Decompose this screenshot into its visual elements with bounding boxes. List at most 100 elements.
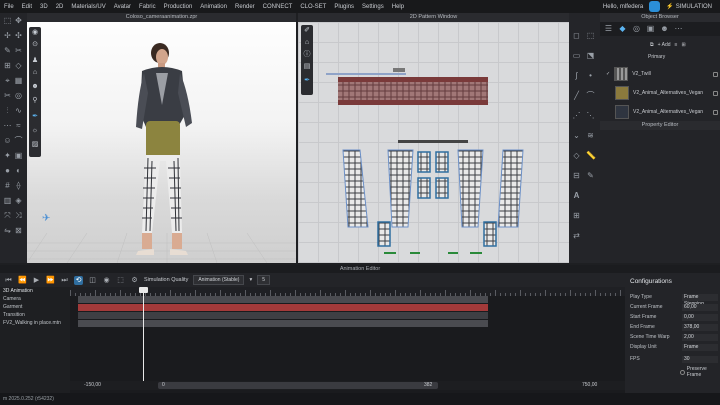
play-type-select[interactable]: Frame Stepping xyxy=(682,293,718,307)
camera-view-icon[interactable]: ◉ xyxy=(31,29,39,37)
lock-icon[interactable]: ⊠ xyxy=(14,226,23,235)
arrange-icon[interactable]: ⊞ xyxy=(3,61,12,70)
menu-settings[interactable]: Settings xyxy=(358,4,388,10)
render-icon[interactable]: ◐ xyxy=(14,166,23,175)
timeline[interactable] xyxy=(70,287,626,393)
pattern-pieces[interactable] xyxy=(298,22,569,263)
menu-fabric[interactable]: Fabric xyxy=(135,4,160,10)
edit-pattern-icon[interactable]: ⬚ xyxy=(586,31,595,40)
menu-file[interactable]: File xyxy=(0,4,18,10)
avatar-display-icon[interactable]: ☻ xyxy=(31,83,39,91)
track-camera[interactable]: Camera xyxy=(0,295,70,303)
morph-icon[interactable]: ⤧ xyxy=(3,211,12,220)
copy-icon[interactable]: ⧉ xyxy=(650,42,654,48)
brush-icon[interactable]: ✎ xyxy=(3,46,12,55)
menu-materials[interactable]: Materials/UV xyxy=(67,4,109,10)
mode-switch[interactable]: ⚡ SIMULATION xyxy=(666,3,712,11)
fps-input[interactable]: 30 xyxy=(682,355,718,363)
sim-quality-chevron-icon[interactable]: ▾ xyxy=(249,277,252,283)
expand-icon[interactable]: ✓ xyxy=(606,71,610,77)
transform-icon[interactable]: ⬔ xyxy=(586,51,595,60)
user-greeting[interactable]: Hello, mlfedera xyxy=(603,4,643,10)
gizmo-icon[interactable]: ✈ xyxy=(42,213,50,224)
fit-map-icon[interactable]: ◈ xyxy=(14,196,23,205)
puckering-icon[interactable]: ≈ xyxy=(14,121,23,130)
shirt-icon[interactable]: ⌂ xyxy=(31,69,39,77)
avatar-tab-icon[interactable]: ☻ xyxy=(660,24,669,33)
button-tab-icon[interactable]: ◎ xyxy=(632,24,641,33)
strain-icon[interactable]: ▥ xyxy=(3,196,12,205)
scroll-thumb[interactable] xyxy=(158,382,438,389)
record-key-icon[interactable]: ◉ xyxy=(102,276,111,285)
menu-2d[interactable]: 2D xyxy=(52,4,68,10)
track-transition[interactable]: Transition xyxy=(0,311,70,319)
lamp-icon[interactable]: ☼ xyxy=(31,127,39,135)
motion-track-bar[interactable] xyxy=(78,320,488,327)
section-primary[interactable]: Primary xyxy=(648,54,665,60)
menu-render[interactable]: Render xyxy=(231,4,259,10)
sewing-icon[interactable]: ⤨ xyxy=(14,211,23,220)
pleat-icon[interactable]: ≋ xyxy=(586,131,595,140)
pattern-window-2d[interactable]: 2D Pattern Window ✐ ⌂ ⓘ ▤ ✒ xyxy=(298,13,569,263)
more-tab-icon[interactable]: ⋯ xyxy=(674,24,683,33)
seam-icon[interactable]: ⋰ xyxy=(572,111,581,120)
texture-icon[interactable]: ▦ xyxy=(14,76,23,85)
viewport-3d[interactable]: Coloso_cameraanimation.zpr ◉ ⊙ ♟ ⌂ ☻ ⚲ ✒… xyxy=(27,13,296,263)
garment-track-bar[interactable] xyxy=(78,304,488,311)
keyframe-icon[interactable]: ⬚ xyxy=(116,276,125,285)
record-icon[interactable]: ● xyxy=(3,166,12,175)
menu-icon[interactable]: ☰ xyxy=(604,24,613,33)
measure-icon[interactable]: ⌖ xyxy=(3,76,12,85)
time-warp-input[interactable]: 2,00 xyxy=(682,333,718,341)
skip-start-icon[interactable]: ⏮ xyxy=(4,276,13,285)
grade-icon[interactable]: ⊞ xyxy=(572,211,581,220)
camera-track-bar[interactable] xyxy=(78,296,488,303)
track-motion[interactable]: FV2_Walking in place.mtn xyxy=(0,319,70,327)
text-tool-icon[interactable]: A xyxy=(572,191,581,200)
shape-icon[interactable]: ◇ xyxy=(14,61,23,70)
next-frame-icon[interactable]: ⏩ xyxy=(46,276,55,285)
pose-icon[interactable]: ⚲ xyxy=(31,97,39,105)
camera-key-icon[interactable]: ◫ xyxy=(88,276,97,285)
timeline-scrollbar[interactable]: -150,00 0 382 750,00 xyxy=(70,381,625,390)
line-icon[interactable]: ╱ xyxy=(572,91,581,100)
fabric-tab-icon[interactable]: ◆ xyxy=(618,24,627,33)
settings-icon[interactable]: ⚙ xyxy=(130,276,139,285)
tack-icon[interactable]: ✣ xyxy=(14,31,23,40)
polygon-icon[interactable]: ◻ xyxy=(572,31,581,40)
menu-connect[interactable]: CONNECT xyxy=(259,4,297,10)
avatar-model[interactable] xyxy=(112,43,222,258)
display-unit-select[interactable]: Frame xyxy=(682,343,718,351)
select-icon[interactable]: ⬚ xyxy=(3,16,12,25)
camera-icon[interactable]: ▣ xyxy=(14,151,23,160)
fabric-item[interactable]: V2_Animal_Alternatives_Vegan xyxy=(606,84,718,102)
pipette-icon[interactable]: ✒ xyxy=(31,113,39,121)
track-garment[interactable]: Garment xyxy=(0,303,70,311)
fabric-checkbox[interactable] xyxy=(713,109,718,115)
garment-icon[interactable]: ♟ xyxy=(31,57,39,65)
hanger-icon[interactable]: ⌒ xyxy=(14,136,23,145)
grid-view-icon[interactable]: ⊞ xyxy=(681,42,685,48)
rectangle-icon[interactable]: ▭ xyxy=(572,51,581,60)
ruler-icon[interactable]: 📏 xyxy=(586,151,596,160)
zipper-icon[interactable]: ⫶ xyxy=(3,106,12,115)
skip-end-icon[interactable]: ⏭ xyxy=(60,276,69,285)
trim-icon[interactable]: ✂ xyxy=(3,91,12,100)
light-icon[interactable]: ✦ xyxy=(3,151,12,160)
fabric-checkbox[interactable] xyxy=(713,71,718,77)
current-frame-input[interactable]: 60,00 xyxy=(682,303,718,311)
symmetric-icon[interactable]: ⇄ xyxy=(572,231,581,240)
sew-icon[interactable]: ⋱ xyxy=(586,111,595,120)
fabric-item[interactable]: ✓ V2_Twill xyxy=(606,65,718,83)
start-frame-input[interactable]: 0,00 xyxy=(682,313,718,321)
loop-icon[interactable]: ⟲ xyxy=(74,275,83,285)
play-icon[interactable]: ▶ xyxy=(32,276,41,285)
menu-clo-set[interactable]: CLO-SET xyxy=(296,4,330,10)
menu-edit[interactable]: Edit xyxy=(18,4,36,10)
fabric-item[interactable]: V2_Animal_Alternatives_Vegan xyxy=(606,103,718,121)
list-view-icon[interactable]: ≡ xyxy=(675,42,678,48)
render-preview-icon[interactable]: ▨ xyxy=(31,141,39,149)
menu-plugins[interactable]: Plugins xyxy=(330,4,358,10)
move-icon[interactable]: ✥ xyxy=(14,16,23,25)
transition-track-bar[interactable] xyxy=(78,312,488,319)
